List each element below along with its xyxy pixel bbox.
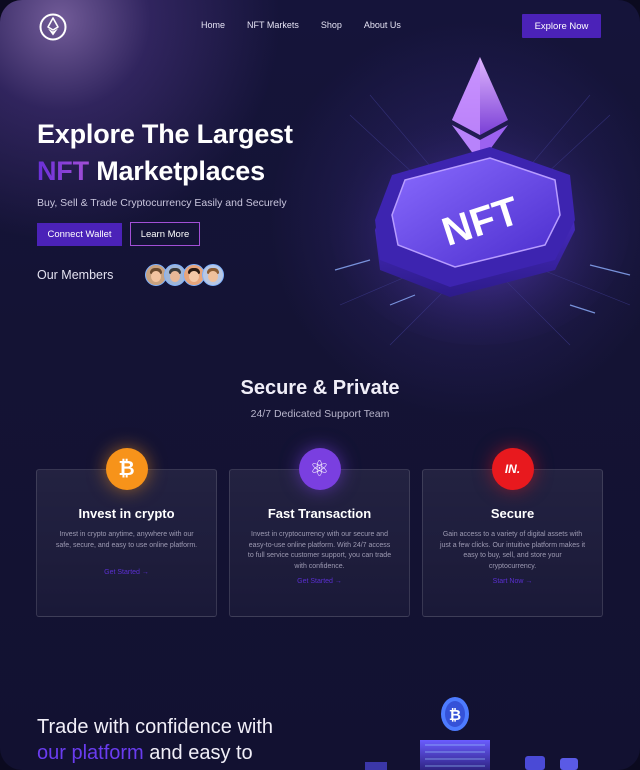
landing-page: Home NFT Markets Shop About Us Explore N… xyxy=(0,0,640,770)
secure-logo-text: IN. xyxy=(504,462,521,476)
connect-wallet-button[interactable]: Connect Wallet xyxy=(37,223,122,246)
explore-now-button[interactable]: Explore Now xyxy=(522,14,601,38)
hero-subtitle: Buy, Sell & Trade Cryptocurrency Easily … xyxy=(37,197,287,209)
main-nav: Home NFT Markets Shop About Us xyxy=(201,20,401,30)
card-title: Invest in crypto xyxy=(78,506,175,521)
card-title: Fast Transaction xyxy=(267,506,372,521)
get-started-link[interactable]: Get Started → xyxy=(230,578,409,585)
card-description: Invest in cryptocurrency with our secure… xyxy=(247,531,392,570)
section-title: Secure & Private xyxy=(240,377,400,399)
feature-card-fast-transaction: ⚛ Fast Transaction Invest in cryptocurre… xyxy=(229,448,410,617)
hero-title-line1: Explore The Largest xyxy=(37,119,293,149)
feature-card-invest: ₿ Invest in crypto Invest in crypto anyt… xyxy=(36,448,217,617)
feature-card-secure: IN. Secure Gain access to a variety of d… xyxy=(422,448,603,617)
hero-title-accent: NFT xyxy=(37,156,89,186)
ethereum-logo-icon[interactable] xyxy=(38,12,68,42)
nav-home[interactable]: Home xyxy=(201,20,225,30)
card-description: Invest in crypto anytime, anywhere with … xyxy=(55,531,198,549)
learn-more-button[interactable]: Learn More xyxy=(130,222,200,246)
start-now-link[interactable]: Start Now → xyxy=(423,578,602,585)
bottom-headline-line1: Trade with confidence with xyxy=(37,716,274,738)
nft-hexagon-illustration: NFT xyxy=(330,57,631,346)
nav-nft-markets[interactable]: NFT Markets xyxy=(247,20,299,30)
hero-title-line2: Marketplaces xyxy=(88,156,265,186)
bitcoin-symbol: ₿ xyxy=(118,457,135,480)
card-title: Secure xyxy=(490,506,535,521)
crypto-city-illustration: ₿ xyxy=(365,697,578,770)
card-description: Gain access to a variety of digital asse… xyxy=(439,531,586,570)
get-started-link[interactable]: Get Started → xyxy=(37,569,216,576)
bottom-headline-accent: our platform xyxy=(37,742,144,764)
hero-title: Explore The Largest NFT Marketplaces xyxy=(37,116,293,190)
nav-about-us[interactable]: About Us xyxy=(364,20,401,30)
atom-icon: ⚛ xyxy=(298,448,341,490)
section-subtitle: 24/7 Dedicated Support Team xyxy=(250,408,390,420)
bottom-headline: Trade with confidence with our platform … xyxy=(37,714,273,766)
coin-symbol: ₿ xyxy=(449,707,461,724)
nav-shop[interactable]: Shop xyxy=(321,20,342,30)
members-label: Our Members xyxy=(37,268,114,282)
avatar[interactable] xyxy=(202,264,224,286)
atom-symbol: ⚛ xyxy=(309,456,330,481)
member-avatars xyxy=(145,264,224,286)
bitcoin-icon: ₿ xyxy=(105,448,148,490)
bottom-headline-line2: and easy to xyxy=(143,742,253,764)
secure-logo-icon: IN. xyxy=(491,448,534,490)
